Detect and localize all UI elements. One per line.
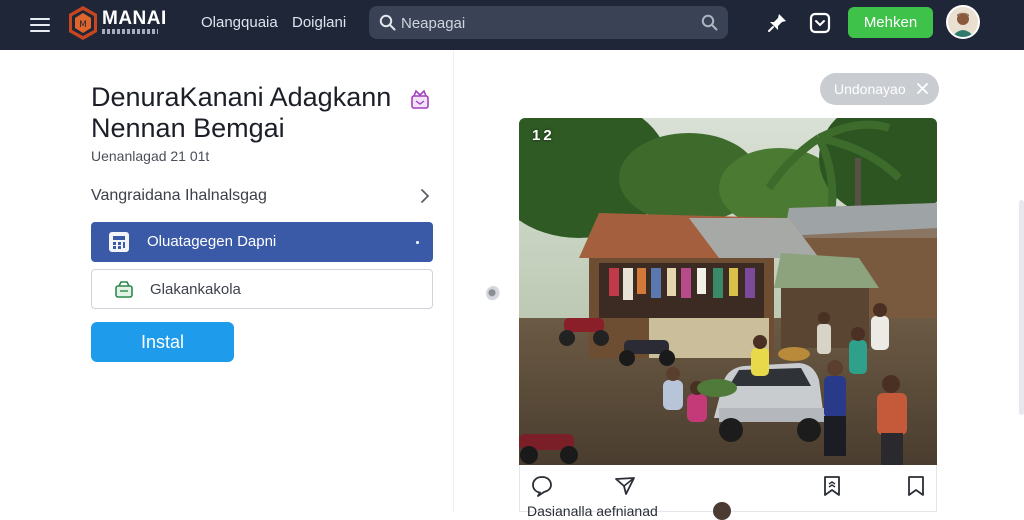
chevron-right-icon xyxy=(421,189,430,203)
nav-link-2[interactable]: Doiglani xyxy=(292,14,346,31)
page-subtitle: Uenanlagad​ 21 01​t xyxy=(91,148,210,164)
page-title: DenuraKanani Adagkann Nennan Bemgai xyxy=(91,82,441,144)
scrollbar[interactable] xyxy=(1019,200,1024,415)
save-photo-icon[interactable] xyxy=(820,474,844,498)
details-link[interactable]: Vangraidana Ihalnalsgag xyxy=(91,184,433,208)
brand-tagline xyxy=(102,29,158,34)
column-divider xyxy=(453,50,454,512)
cta-button[interactable]: Mehken xyxy=(848,7,933,38)
filter-chip-label: Undonayao xyxy=(834,81,906,97)
close-icon[interactable] xyxy=(916,82,929,95)
crown-badge-icon xyxy=(411,89,429,109)
option-indicator xyxy=(416,241,419,244)
option-selected-label: Oluatagegen Dapni xyxy=(147,233,277,250)
top-bar: M MANAI Olangquaia Doiglani Mehken xyxy=(0,0,1024,50)
title-line-2: Nennan Bemgai xyxy=(91,113,285,143)
search-bar[interactable] xyxy=(369,6,728,39)
option-plain[interactable]: Glakankakola xyxy=(91,269,433,309)
install-button[interactable]: Instal xyxy=(91,322,234,362)
loading-spinner-icon xyxy=(486,286,501,301)
brand-name[interactable]: MANAI xyxy=(102,8,167,30)
caption-avatar[interactable] xyxy=(713,502,731,520)
search-submit-icon[interactable] xyxy=(701,14,718,31)
option-plain-label: Glakankakola xyxy=(150,281,241,298)
bookmark-icon[interactable] xyxy=(904,474,928,498)
avatar[interactable] xyxy=(946,5,980,39)
filter-chip[interactable]: Undonayao xyxy=(820,73,939,105)
menu-icon[interactable] xyxy=(28,14,56,36)
svg-text:M: M xyxy=(79,20,87,30)
market-photo[interactable] xyxy=(519,118,937,465)
details-link-label: Vangraidana Ihalnalsgag xyxy=(91,187,267,204)
search-icon xyxy=(379,14,396,31)
logo-emblem[interactable]: M xyxy=(68,5,98,41)
nav-link-1[interactable]: Olangquaia xyxy=(201,14,278,31)
square-icon[interactable] xyxy=(809,12,831,34)
photo-caption: Dasianalla aefnianad xyxy=(527,503,658,519)
title-line-1: DenuraKanani Adagkann xyxy=(91,82,392,112)
calculator-icon xyxy=(109,232,129,252)
pin-icon[interactable] xyxy=(766,12,788,34)
package-icon xyxy=(115,281,133,298)
option-selected[interactable]: Oluatagegen Dapni xyxy=(91,222,433,262)
photo-count: 1 2 xyxy=(532,127,552,144)
comment-icon[interactable] xyxy=(530,474,554,498)
search-input[interactable] xyxy=(401,12,681,34)
share-icon[interactable] xyxy=(613,474,637,498)
